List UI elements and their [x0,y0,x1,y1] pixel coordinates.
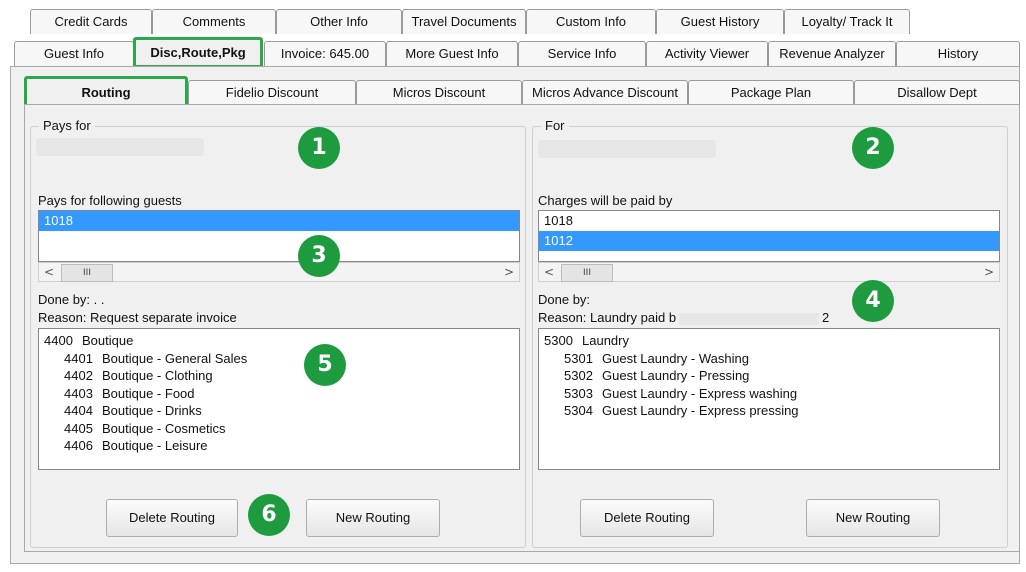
scroll-left-icon[interactable]: < [539,263,559,281]
pays-for-legend: Pays for [39,118,95,133]
redacted-guest-name [36,138,204,156]
pays-for-scrollbar[interactable]: < III > [38,262,520,282]
tab-disc-route-pkg[interactable]: Disc,Route,Pkg [133,37,263,68]
list-item: 4405 Boutique - Cosmetics [64,420,226,436]
list-item: 5301 Guest Laundry - Washing [564,350,749,366]
list-item[interactable]: 1018 [539,211,999,231]
left-done-by: Done by: . . [38,292,105,307]
callout-1: 1 [298,127,340,169]
tab-invoice[interactable]: Invoice: 645.00 [264,41,386,66]
charges-paid-by-scrollbar[interactable]: < III > [538,262,1000,282]
list-item: 4402 Boutique - Clothing [64,368,213,383]
list-item: 5304 Guest Laundry - Express pressing [564,403,799,418]
list-item: 5302 Guest Laundry - Pressing [564,368,750,383]
list-item: 4406 Boutique - Leisure [64,438,208,453]
list-item: 5303 Guest Laundry - Express washing [564,385,798,401]
subtab-fidelio-discount[interactable]: Fidelio Discount [188,80,356,105]
for-legend: For [541,118,569,133]
left-delete-routing-button[interactable]: Delete Routing [106,499,238,537]
tab-service-info[interactable]: Service Info [518,41,646,66]
right-department-list[interactable]: 5300 Laundry 5301 Guest Laundry - Washing … [538,328,1000,470]
subtab-disallow-dept[interactable]: Disallow Dept [854,80,1020,105]
right-done-by: Done by: [538,292,591,307]
right-reason: Reason: Laundry paid b2 [538,310,830,325]
tab-activity-viewer[interactable]: Activity Viewer [646,41,768,66]
list-item: 4400 Boutique [44,333,134,348]
tab-custom-info[interactable]: Custom Info [526,9,656,34]
tab-more-guest-info[interactable]: More Guest Info [386,41,518,66]
redacted-text [679,312,820,325]
list-item: 4403 Boutique - Food [64,385,195,401]
scroll-right-icon[interactable]: > [979,263,999,281]
tab-guest-history[interactable]: Guest History [656,9,784,34]
scroll-left-icon[interactable]: < [39,263,59,281]
right-new-routing-button[interactable]: New Routing [806,499,940,537]
left-department-list[interactable]: 4400 Boutique 4401 Boutique - General Sale… [38,328,520,470]
scroll-right-icon[interactable]: > [499,263,519,281]
callout-6: 6 [248,494,290,536]
pays-for-list-label: Pays for following guests [38,193,182,208]
list-item: 5300 Laundry [544,333,629,348]
left-reason: Reason: Request separate invoice [38,310,237,325]
tab-credit-cards[interactable]: Credit Cards [30,9,152,34]
list-item: 4401 Boutique - General Sales [64,350,248,366]
tab-comments[interactable]: Comments [152,9,276,34]
tab-guest-info[interactable]: Guest Info [14,41,134,66]
subtab-micros-discount[interactable]: Micros Discount [356,80,522,105]
tab-travel-documents[interactable]: Travel Documents [402,9,526,34]
tab-loyalty-track-it[interactable]: Loyalty/ Track It [784,9,910,34]
redacted-guest-name [538,140,716,158]
subtab-package-plan[interactable]: Package Plan [688,80,854,105]
pays-for-guest-list[interactable]: 1018 [38,210,520,262]
list-item[interactable]: 1018 [39,211,519,231]
charges-paid-by-list[interactable]: 1018 1012 [538,210,1000,262]
tab-revenue-analyzer[interactable]: Revenue Analyzer [768,41,896,66]
list-item: 4404 Boutique - Drinks [64,403,202,418]
right-delete-routing-button[interactable]: Delete Routing [580,499,714,537]
callout-5: 5 [304,344,346,386]
list-item[interactable]: 1012 [539,231,999,251]
tab-history[interactable]: History [896,41,1020,66]
tab-other-info[interactable]: Other Info [276,9,402,34]
charges-paid-by-label: Charges will be paid by [538,193,673,208]
subtab-micros-advance-discount[interactable]: Micros Advance Discount [522,80,688,105]
callout-4: 4 [852,280,894,322]
callout-3: 3 [298,235,340,277]
left-new-routing-button[interactable]: New Routing [306,499,440,537]
scroll-thumb[interactable]: III [561,264,613,282]
scroll-thumb[interactable]: III [61,264,113,282]
callout-2: 2 [852,127,894,169]
